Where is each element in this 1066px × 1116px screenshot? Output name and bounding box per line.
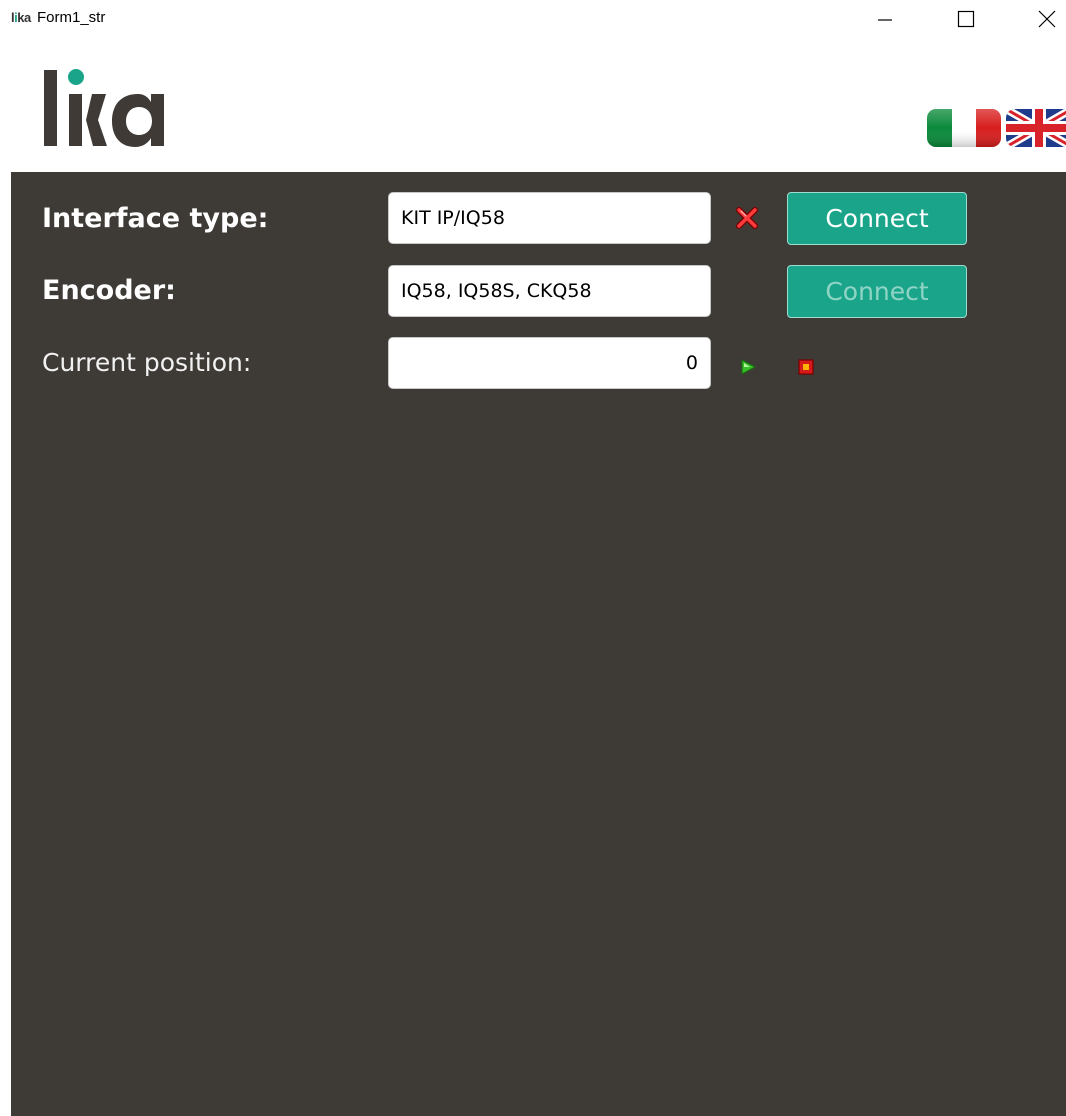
current-position-field: 0 [388,337,711,389]
stop-icon[interactable] [797,358,815,376]
app-window: lika Form1_str Interface type: KIT IP/IQ… [0,0,1066,1116]
interface-connect-button[interactable]: Connect [787,192,967,245]
current-position-label: Current position: [42,348,252,377]
minimize-button[interactable] [862,0,908,38]
app-logo-icon: lika [11,10,31,25]
interface-type-field[interactable]: KIT IP/IQ58 [388,192,711,244]
title-bar: lika Form1_str [0,0,1066,38]
close-icon [1038,10,1056,28]
encoder-field[interactable]: IQ58, IQ58S, CKQ58 [388,265,711,317]
minimize-icon [878,19,892,21]
maximize-icon [957,10,975,28]
main-panel: Interface type: KIT IP/IQ58 Connect Enco… [11,172,1066,1116]
flag-uk-icon[interactable] [1006,109,1066,147]
encoder-connect-button[interactable]: Connect [787,265,967,318]
interface-type-label: Interface type: [42,203,269,234]
window-title: Form1_str [37,9,106,26]
play-icon[interactable] [739,358,757,376]
maximize-button[interactable] [943,0,989,38]
flag-italy-icon[interactable] [927,109,1001,147]
lika-logo [44,69,164,147]
close-button[interactable] [1024,0,1066,38]
red-x-icon [736,207,758,229]
encoder-label: Encoder: [42,275,176,306]
header [0,38,1066,172]
